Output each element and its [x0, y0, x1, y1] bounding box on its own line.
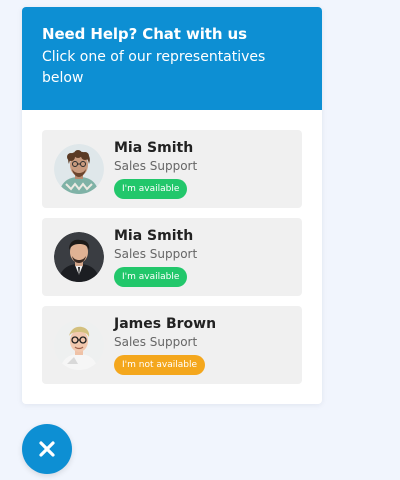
- status-badge: I'm available: [114, 267, 188, 287]
- avatar-image: [54, 232, 104, 282]
- representative-info: Mia Smith Sales Support I'm available: [114, 139, 292, 199]
- status-badge: I'm not available: [114, 355, 205, 375]
- representative-role: Sales Support: [114, 335, 198, 349]
- representative-info: Mia Smith Sales Support I'm available: [114, 227, 292, 287]
- representative-role: Sales Support: [114, 159, 198, 173]
- avatar: [54, 232, 104, 282]
- representative-role: Sales Support: [114, 247, 198, 261]
- chat-header: Need Help? Chat with us Click one of our…: [22, 7, 322, 110]
- representative-card[interactable]: Mia Smith Sales Support I'm available: [42, 218, 302, 296]
- avatar: [54, 320, 104, 370]
- representative-name: James Brown: [114, 316, 217, 332]
- representative-name: Mia Smith: [114, 228, 194, 244]
- avatar-image: [54, 320, 104, 370]
- status-badge: I'm available: [114, 179, 188, 199]
- close-button[interactable]: [22, 424, 72, 474]
- chat-subtitle: Click one of our representatives below: [42, 49, 266, 86]
- representative-card[interactable]: James Brown Sales Support I'm not availa…: [42, 306, 302, 384]
- representative-list: Mia Smith Sales Support I'm available Mi…: [22, 110, 322, 384]
- chat-title: Need Help? Chat with us: [42, 25, 247, 43]
- representative-card[interactable]: Mia Smith Sales Support I'm available: [42, 130, 302, 208]
- chat-widget: Need Help? Chat with us Click one of our…: [22, 7, 322, 404]
- close-icon: [39, 441, 55, 457]
- avatar: [54, 144, 104, 194]
- representative-info: James Brown Sales Support I'm not availa…: [114, 315, 292, 375]
- representative-name: Mia Smith: [114, 140, 194, 156]
- avatar-image: [54, 144, 104, 194]
